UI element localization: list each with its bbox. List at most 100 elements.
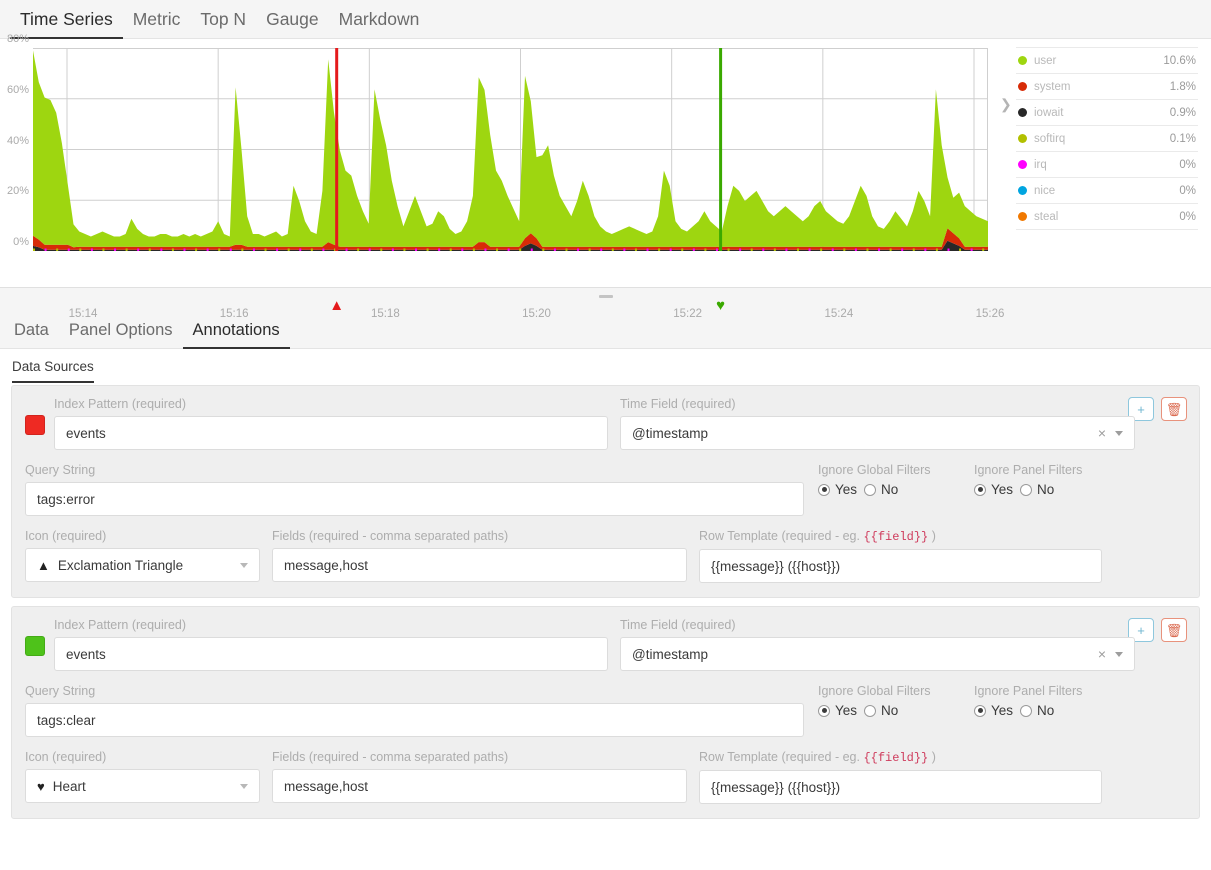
fields-input[interactable] xyxy=(272,769,687,803)
y-tick-label: 40% xyxy=(7,135,29,147)
legend-series-value: 0% xyxy=(1179,211,1198,223)
row-template-label-prefix: Row Template (required - eg. xyxy=(699,529,863,543)
legend-series-value: 0.1% xyxy=(1170,133,1198,145)
radio-icon[interactable] xyxy=(1020,705,1032,717)
legend-item-irq[interactable]: irq0% xyxy=(1016,152,1198,178)
y-tick-label: 0% xyxy=(13,236,29,248)
ignore-panel-no[interactable]: No xyxy=(1020,703,1054,718)
ignore-panel-yes[interactable]: Yes xyxy=(974,482,1013,497)
fields-input[interactable] xyxy=(272,548,687,582)
radio-icon[interactable] xyxy=(864,705,876,717)
time-field-value: @timestamp xyxy=(632,647,1089,662)
index-pattern-input[interactable] xyxy=(54,637,608,671)
query-string-label: Query String xyxy=(25,684,804,698)
icon-label: Icon (required) xyxy=(25,750,260,764)
time-field-combobox[interactable]: @timestamp × xyxy=(620,416,1135,450)
y-tick-label: 60% xyxy=(7,84,29,96)
plus-icon: + xyxy=(1137,624,1145,637)
legend-series-value: 0% xyxy=(1179,185,1198,197)
radio-label: Yes xyxy=(835,482,857,497)
row-template-example-code: {{field}} xyxy=(863,751,928,765)
time-field-combobox[interactable]: @timestamp × xyxy=(620,637,1135,671)
chart-area[interactable]: 0%20%40%60%80% 15:1415:1615:1815:2015:22… xyxy=(0,39,1000,287)
chevron-down-icon[interactable] xyxy=(240,563,248,568)
editor-tab-panel-options[interactable]: Panel Options xyxy=(59,322,183,350)
legend-series-name: irq xyxy=(1034,159,1179,171)
row-template-input[interactable] xyxy=(699,770,1102,804)
legend-list: user10.6%system1.8%iowait0.9%softirq0.1%… xyxy=(1016,47,1198,230)
radio-icon[interactable] xyxy=(1020,484,1032,496)
radio-icon[interactable] xyxy=(974,705,986,717)
icon-select[interactable]: ♥ Heart xyxy=(25,769,260,803)
radio-icon[interactable] xyxy=(818,705,830,717)
legend-color-dot xyxy=(1018,212,1027,221)
vis-tab-metric[interactable]: Metric xyxy=(123,11,191,40)
editor-tab-annotations[interactable]: Annotations xyxy=(183,322,290,350)
chevron-down-icon[interactable] xyxy=(240,784,248,789)
chevron-down-icon[interactable] xyxy=(1115,652,1123,657)
ignore-panel-filters-radios: Yes No xyxy=(974,482,1114,497)
x-tick-label: 15:16 xyxy=(220,308,249,320)
row-template-label-prefix: Row Template (required - eg. xyxy=(699,750,863,764)
ignore-global-no[interactable]: No xyxy=(864,703,898,718)
ignore-panel-no[interactable]: No xyxy=(1020,482,1054,497)
ignore-panel-yes[interactable]: Yes xyxy=(974,703,1013,718)
legend-series-name: iowait xyxy=(1034,107,1170,119)
annotation-color-swatch[interactable] xyxy=(25,636,45,656)
legend-color-dot xyxy=(1018,56,1027,65)
legend-item-user[interactable]: user10.6% xyxy=(1016,48,1198,74)
legend-item-nice[interactable]: nice0% xyxy=(1016,178,1198,204)
x-tick-label: 15:24 xyxy=(824,308,853,320)
annotation-color-swatch[interactable] xyxy=(25,415,45,435)
clear-icon[interactable]: × xyxy=(1089,646,1115,662)
row-template-label: Row Template (required - eg. {{field}} ) xyxy=(699,750,1102,765)
delete-annotation-button[interactable]: 🗑 xyxy=(1161,397,1187,421)
vis-tab-markdown[interactable]: Markdown xyxy=(329,11,430,40)
editor-tab-data[interactable]: Data xyxy=(4,322,59,350)
legend-color-dot xyxy=(1018,134,1027,143)
legend-item-steal[interactable]: steal0% xyxy=(1016,204,1198,230)
x-tick-label: 15:20 xyxy=(522,308,551,320)
chevron-down-icon[interactable] xyxy=(1115,431,1123,436)
x-tick-label: 15:14 xyxy=(69,308,98,320)
time-field-label: Time Field (required) xyxy=(620,397,1135,411)
ignore-panel-filters-label: Ignore Panel Filters xyxy=(974,463,1114,477)
heart-icon: ♥ xyxy=(37,780,45,793)
row-template-example-code: {{field}} xyxy=(863,530,928,544)
icon-select[interactable]: ▲ Exclamation Triangle xyxy=(25,548,260,582)
time-field-value: @timestamp xyxy=(632,426,1089,441)
legend-series-name: steal xyxy=(1034,211,1179,223)
clear-icon[interactable]: × xyxy=(1089,425,1115,441)
query-string-input[interactable] xyxy=(25,703,804,737)
legend-color-dot xyxy=(1018,82,1027,91)
legend-item-softirq[interactable]: softirq0.1% xyxy=(1016,126,1198,152)
legend-series-name: user xyxy=(1034,55,1163,67)
index-pattern-input[interactable] xyxy=(54,416,608,450)
vis-tab-gauge[interactable]: Gauge xyxy=(256,11,329,40)
x-tick-label: 15:26 xyxy=(976,308,1005,320)
legend-item-system[interactable]: system1.8% xyxy=(1016,74,1198,100)
legend-color-dot xyxy=(1018,160,1027,169)
radio-icon[interactable] xyxy=(818,484,830,496)
legend-collapse-icon[interactable]: ❯ xyxy=(1000,96,1012,113)
ignore-global-yes[interactable]: Yes xyxy=(818,482,857,497)
legend-color-dot xyxy=(1018,186,1027,195)
error-annotation-marker-icon[interactable]: ▲ xyxy=(329,298,344,313)
delete-annotation-button[interactable]: 🗑 xyxy=(1161,618,1187,642)
radio-icon[interactable] xyxy=(974,484,986,496)
legend-item-iowait[interactable]: iowait0.9% xyxy=(1016,100,1198,126)
chart-panel: 0%20%40%60%80% 15:1415:1615:1815:2015:22… xyxy=(0,39,1211,287)
ignore-global-no[interactable]: No xyxy=(864,482,898,497)
query-string-input[interactable] xyxy=(25,482,804,516)
icon-select-value: Exclamation Triangle xyxy=(58,558,240,573)
row-template-input[interactable] xyxy=(699,549,1102,583)
radio-icon[interactable] xyxy=(864,484,876,496)
area-chart-svg xyxy=(33,48,988,253)
sub-tab-data-sources[interactable]: Data Sources xyxy=(12,359,94,383)
ignore-global-yes[interactable]: Yes xyxy=(818,703,857,718)
vis-tab-top-n[interactable]: Top N xyxy=(190,11,256,40)
chart-legend: ❯ user10.6%system1.8%iowait0.9%softirq0.… xyxy=(1000,39,1211,287)
legend-series-value: 0.9% xyxy=(1170,107,1198,119)
clear-annotation-marker-icon[interactable]: ♥ xyxy=(716,298,725,313)
radio-label: No xyxy=(881,482,898,497)
